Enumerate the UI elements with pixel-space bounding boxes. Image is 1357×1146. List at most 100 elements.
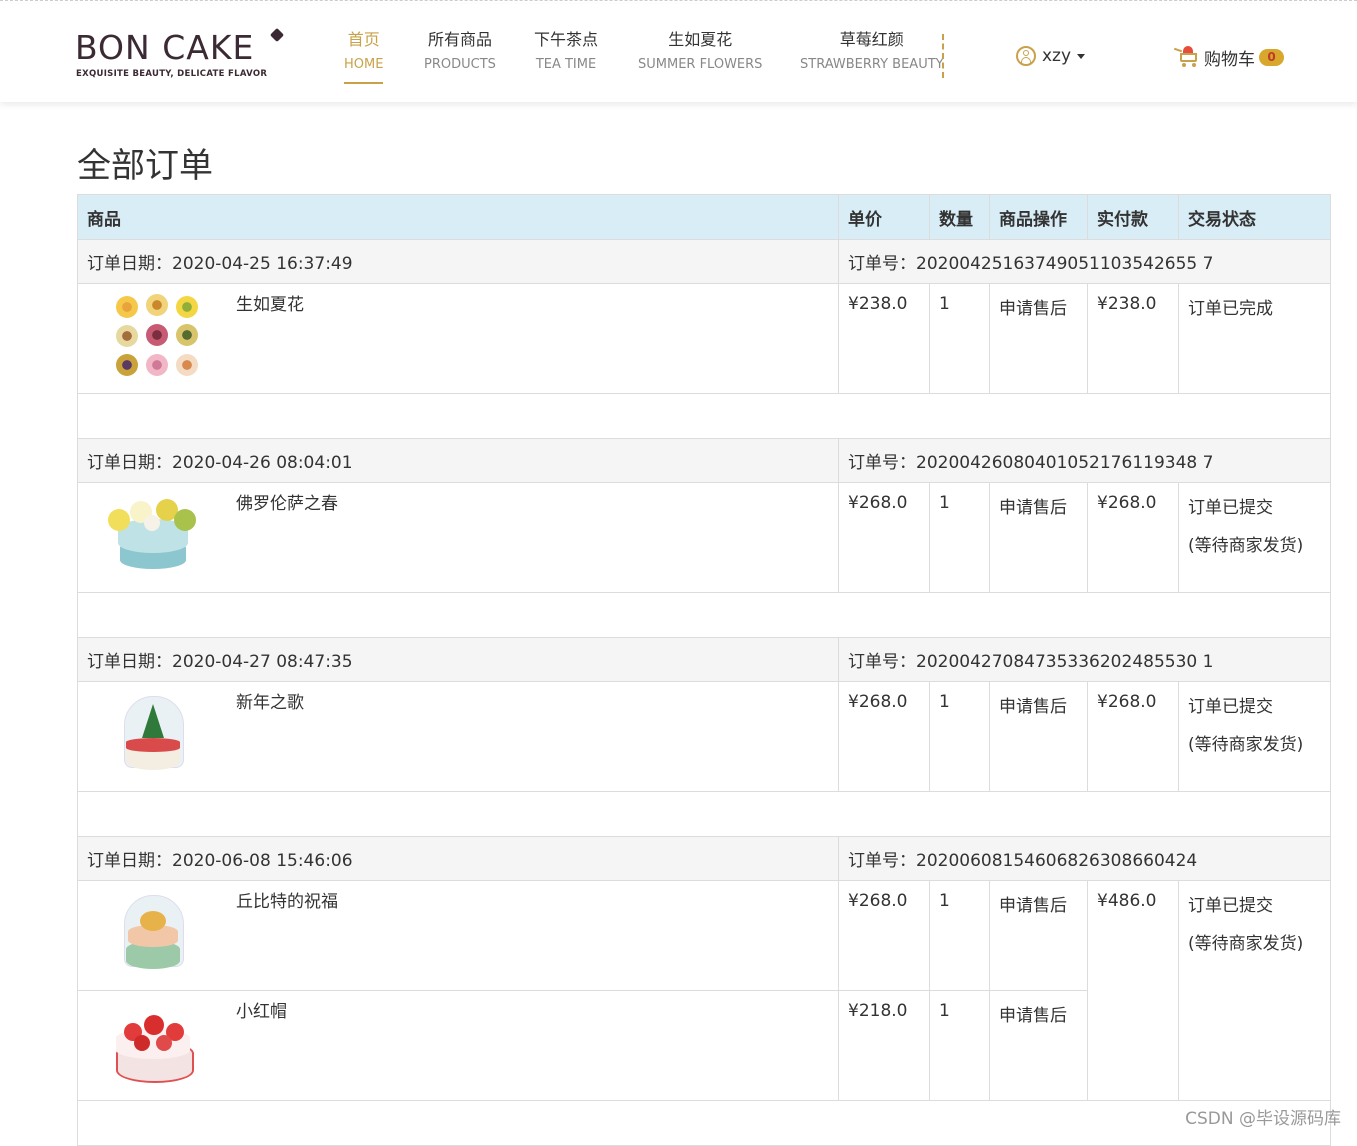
watermark: CSDN @毕设源码库: [1185, 1109, 1341, 1129]
quantity: 1: [929, 880, 990, 991]
nav-item-cn-label: 生如夏花: [668, 30, 733, 49]
product-name[interactable]: 小红帽: [236, 1001, 287, 1089]
order-meta-row: 订单日期：2020-04-27 08:47:35 订单号：20200427084…: [77, 637, 1331, 682]
product-name[interactable]: 新年之歌: [236, 692, 304, 780]
nav-item-products[interactable]: 所有商品 PRODUCTS: [424, 28, 496, 75]
quantity: 1: [929, 482, 990, 593]
paid-amount: ¥268.0: [1087, 681, 1179, 792]
order-status: 订单已完成: [1178, 283, 1331, 394]
nav-item-home[interactable]: 首页 HOME: [344, 28, 384, 84]
page-title: 全部订单: [77, 146, 213, 186]
site-header: BON CAKE EXQUISITE BEAUTY, DELICATE FLAV…: [0, 4, 1357, 102]
brand-name: BON CAKE: [75, 28, 255, 67]
table-header-row: 商品 单价 数量 商品操作 实付款 交易状态: [77, 194, 1331, 240]
product-thumbnail[interactable]: [104, 692, 204, 780]
unit-price: ¥238.0: [838, 283, 930, 394]
nav-item-en-label: SUMMER FLOWERS: [638, 57, 763, 72]
product-name[interactable]: 生如夏花: [236, 294, 304, 382]
chevron-down-icon: [1077, 53, 1086, 59]
after-sales-button[interactable]: 申请售后: [989, 990, 1088, 1101]
cart-link[interactable]: 购物车 0: [1173, 44, 1284, 70]
column-header-action: 商品操作: [989, 194, 1088, 240]
order-spacer-row: [77, 1100, 1331, 1146]
nav-item-cn-label: 下午茶点: [534, 30, 599, 49]
shopping-cart-icon: [1173, 46, 1200, 68]
nav-item-cn-label: 草莓红颜: [839, 30, 904, 49]
paid-amount: ¥268.0: [1087, 482, 1179, 593]
order-meta-row: 订单日期：2020-06-08 15:46:06 订单号：20200608154…: [77, 836, 1331, 881]
order-spacer-row: [77, 393, 1331, 439]
order-date: 订单日期：2020-04-25 16:37:49: [77, 239, 839, 284]
after-sales-button[interactable]: 申请售后: [989, 880, 1088, 991]
product-thumbnail[interactable]: [104, 294, 204, 382]
product-thumbnail[interactable]: [104, 493, 204, 581]
order-number: 订单号：20200425163749051103542655 7: [838, 239, 1331, 284]
status-text: 订单已提交: [1188, 697, 1273, 717]
order-number: 订单号：20200426080401052176119348 7: [838, 438, 1331, 483]
after-sales-button[interactable]: 申请售后: [989, 482, 1088, 593]
status-subtext: (等待商家发货): [1188, 536, 1304, 556]
order-date: 订单日期：2020-04-27 08:47:35: [77, 637, 839, 682]
active-nav-underline: [344, 82, 384, 84]
product-name[interactable]: 丘比特的祝福: [236, 891, 338, 979]
paid-amount: ¥238.0: [1087, 283, 1179, 394]
brand-logo[interactable]: BON CAKE EXQUISITE BEAUTY, DELICATE FLAV…: [75, 27, 290, 84]
product-thumbnail[interactable]: [104, 891, 204, 979]
user-icon: [1016, 46, 1036, 66]
order-meta-row: 订单日期：2020-04-25 16:37:49 订单号：20200425163…: [77, 239, 1331, 284]
nav-item-en-label: PRODUCTS: [424, 57, 496, 72]
nav-separator: [942, 34, 944, 78]
nav-item-en-label: TEA TIME: [535, 57, 597, 72]
order-item-row: 新年之歌 ¥268.0 1 申请售后 ¥268.0 订单已提交 (等待商家发货): [77, 681, 1331, 792]
after-sales-button[interactable]: 申请售后: [989, 283, 1088, 394]
column-header-paid: 实付款: [1087, 194, 1179, 240]
nav-item-cn-label: 首页: [347, 30, 380, 49]
paid-amount: ¥486.0: [1087, 880, 1179, 1101]
column-header-status: 交易状态: [1178, 194, 1331, 240]
product-cell: 佛罗伦萨之春: [77, 482, 839, 593]
quantity: 1: [929, 990, 990, 1101]
column-header-quantity: 数量: [929, 194, 990, 240]
order-item-row: 生如夏花 ¥238.0 1 申请售后 ¥238.0 订单已完成: [77, 283, 1331, 394]
order-status: 订单已提交 (等待商家发货): [1178, 482, 1331, 593]
order-spacer-row: [77, 791, 1331, 837]
unit-price: ¥268.0: [838, 681, 930, 792]
user-name: xzy: [1042, 46, 1072, 66]
order-spacer-row: [77, 592, 1331, 638]
orders-table: 商品 单价 数量 商品操作 实付款 交易状态 订单日期：2020-04-25 1…: [77, 194, 1331, 1146]
status-subtext: (等待商家发货): [1188, 934, 1304, 954]
logo-diamond-icon: [269, 27, 285, 43]
order-status: 订单已提交 (等待商家发货): [1178, 880, 1331, 1101]
column-header-product: 商品: [77, 194, 839, 240]
product-cell: 新年之歌: [77, 681, 839, 792]
nav-item-tea-time[interactable]: 下午茶点 TEA TIME: [534, 28, 598, 75]
cart-count-badge: 0: [1259, 48, 1284, 66]
unit-price: ¥218.0: [838, 990, 930, 1101]
status-text: 订单已提交: [1188, 896, 1273, 916]
status-text: 订单已提交: [1188, 498, 1273, 518]
product-name[interactable]: 佛罗伦萨之春: [236, 493, 338, 581]
order-date: 订单日期：2020-04-26 08:04:01: [77, 438, 839, 483]
cart-label: 购物车: [1204, 49, 1255, 70]
user-menu[interactable]: xzy: [1016, 44, 1086, 68]
column-header-unit-price: 单价: [838, 194, 930, 240]
nav-item-en-label: STRAWBERRY BEAUTY: [800, 57, 944, 72]
product-cell: 丘比特的祝福: [77, 880, 839, 991]
order-number: 订单号：20200608154606826308660424: [838, 836, 1331, 881]
after-sales-button[interactable]: 申请售后: [989, 681, 1088, 792]
status-text: 订单已完成: [1188, 299, 1273, 319]
product-thumbnail[interactable]: [104, 1001, 204, 1089]
quantity: 1: [929, 681, 990, 792]
order-meta-row: 订单日期：2020-04-26 08:04:01 订单号：20200426080…: [77, 438, 1331, 483]
brand-tagline: EXQUISITE BEAUTY, DELICATE FLAVOR: [76, 69, 268, 79]
order-status: 订单已提交 (等待商家发货): [1178, 681, 1331, 792]
unit-price: ¥268.0: [838, 880, 930, 991]
nav-item-en-label: HOME: [344, 57, 384, 72]
nav-item-strawberry-beauty[interactable]: 草莓红颜 STRAWBERRY BEAUTY: [800, 28, 944, 75]
nav-item-cn-label: 所有商品: [427, 30, 492, 49]
order-item-row: 佛罗伦萨之春 ¥268.0 1 申请售后 ¥268.0 订单已提交 (等待商家发…: [77, 482, 1331, 593]
quantity: 1: [929, 283, 990, 394]
nav-item-summer-flowers[interactable]: 生如夏花 SUMMER FLOWERS: [638, 28, 762, 75]
status-subtext: (等待商家发货): [1188, 735, 1304, 755]
order-item-row: 丘比特的祝福 ¥268.0 1 申请售后 ¥486.0 订单已提交 (等待商家发…: [77, 880, 1331, 1101]
